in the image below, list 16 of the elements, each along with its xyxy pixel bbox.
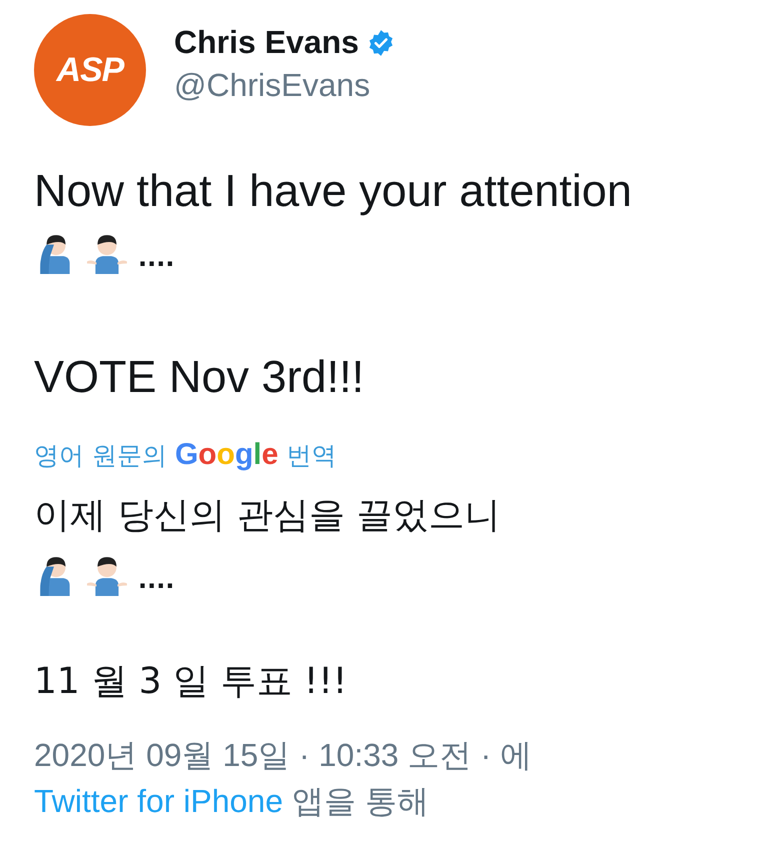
translation-label[interactable]: 영어 원문의: [34, 439, 167, 472]
ellipsis-text: ....: [138, 244, 174, 274]
shrug-figure-icon: [86, 232, 128, 274]
translated-text: 11 월 3 일 투표 !!!: [34, 660, 348, 704]
source-link[interactable]: Twitter for iPhone: [34, 783, 283, 819]
tweet-text: VOTE Nov 3rd!!!: [34, 350, 366, 404]
avatar-logo[interactable]: ASP: [34, 14, 146, 126]
tweet-text: Now that I have your attention: [34, 164, 633, 218]
user-handle: @ChrisEvans: [174, 67, 372, 104]
shrug-figure-icon: [86, 554, 128, 596]
tweet-timestamp: 2020년 09월 15일 · 10:33 오전 · 에 Twitter for iPhone 앱을 통해: [34, 736, 533, 821]
display-name: Chris Evans: [174, 24, 359, 61]
translated-text: 이제 당신의 관심을 끌었으니: [34, 494, 502, 538]
ellipsis-text: ....: [138, 566, 174, 596]
translation-label[interactable]: 번역: [286, 439, 336, 472]
google-logo: Google: [174, 438, 278, 472]
